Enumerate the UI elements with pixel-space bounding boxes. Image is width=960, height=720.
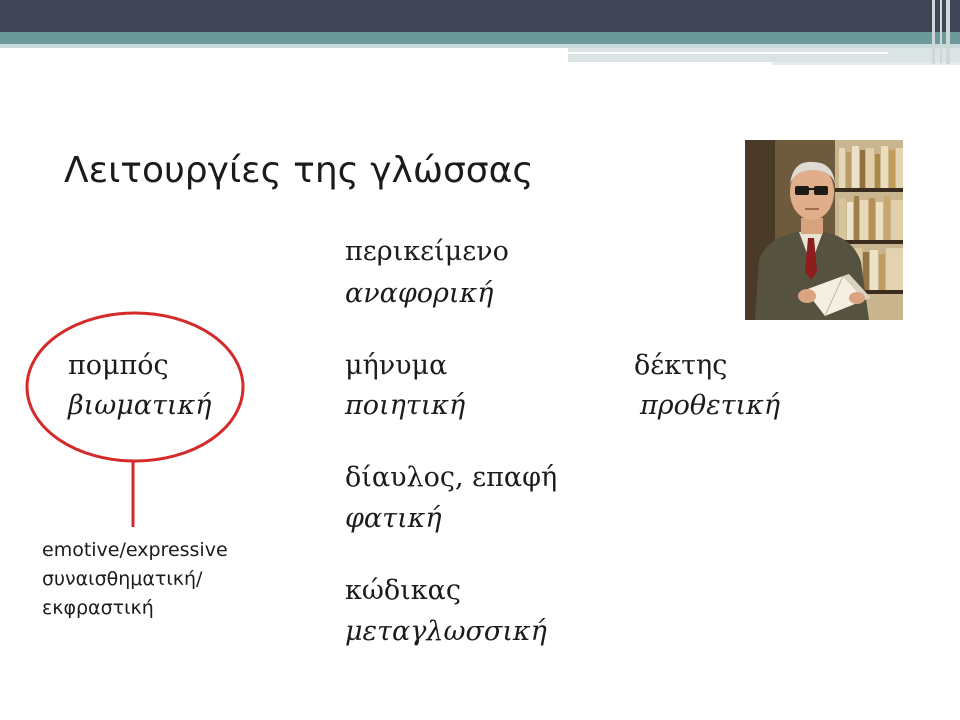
- channel-term: δίαυλος, επαφή: [345, 462, 558, 493]
- header-vertical-stripe: [940, 0, 942, 64]
- context-function: αναφορική: [345, 278, 494, 309]
- code-term: κώδικας: [345, 575, 461, 606]
- message-term: μήνυμα: [345, 350, 448, 381]
- header-accent-band: [0, 32, 960, 44]
- header-bar: [0, 0, 960, 32]
- header-vertical-stripe: [932, 0, 935, 64]
- annotation-note: emotive/expressive συναισθηματική/ εκφρα…: [42, 536, 228, 623]
- header-right-line: [568, 52, 888, 54]
- slide-title: Λειτουργίες της γλώσσας: [64, 150, 534, 191]
- sender-term: πομπός: [68, 350, 169, 381]
- code-function: μεταγλωσσική: [345, 616, 547, 647]
- context-term: περικείμενο: [345, 236, 509, 267]
- note-line-greek-2: εκφραστική: [42, 597, 154, 619]
- sender-function: βιωματική: [68, 390, 212, 421]
- portrait-photo: [745, 140, 903, 320]
- receiver-function: προθετική: [640, 390, 781, 421]
- note-line-greek-1: συναισθηματική/: [42, 568, 203, 590]
- channel-function: φατική: [345, 503, 442, 534]
- note-line-english: emotive/expressive: [42, 539, 228, 561]
- header-vertical-stripe: [946, 0, 950, 64]
- receiver-term: δέκτης: [634, 350, 728, 381]
- header-right-band: [568, 48, 960, 62]
- annotation-circle: [25, 311, 245, 463]
- message-function: ποιητική: [345, 390, 466, 421]
